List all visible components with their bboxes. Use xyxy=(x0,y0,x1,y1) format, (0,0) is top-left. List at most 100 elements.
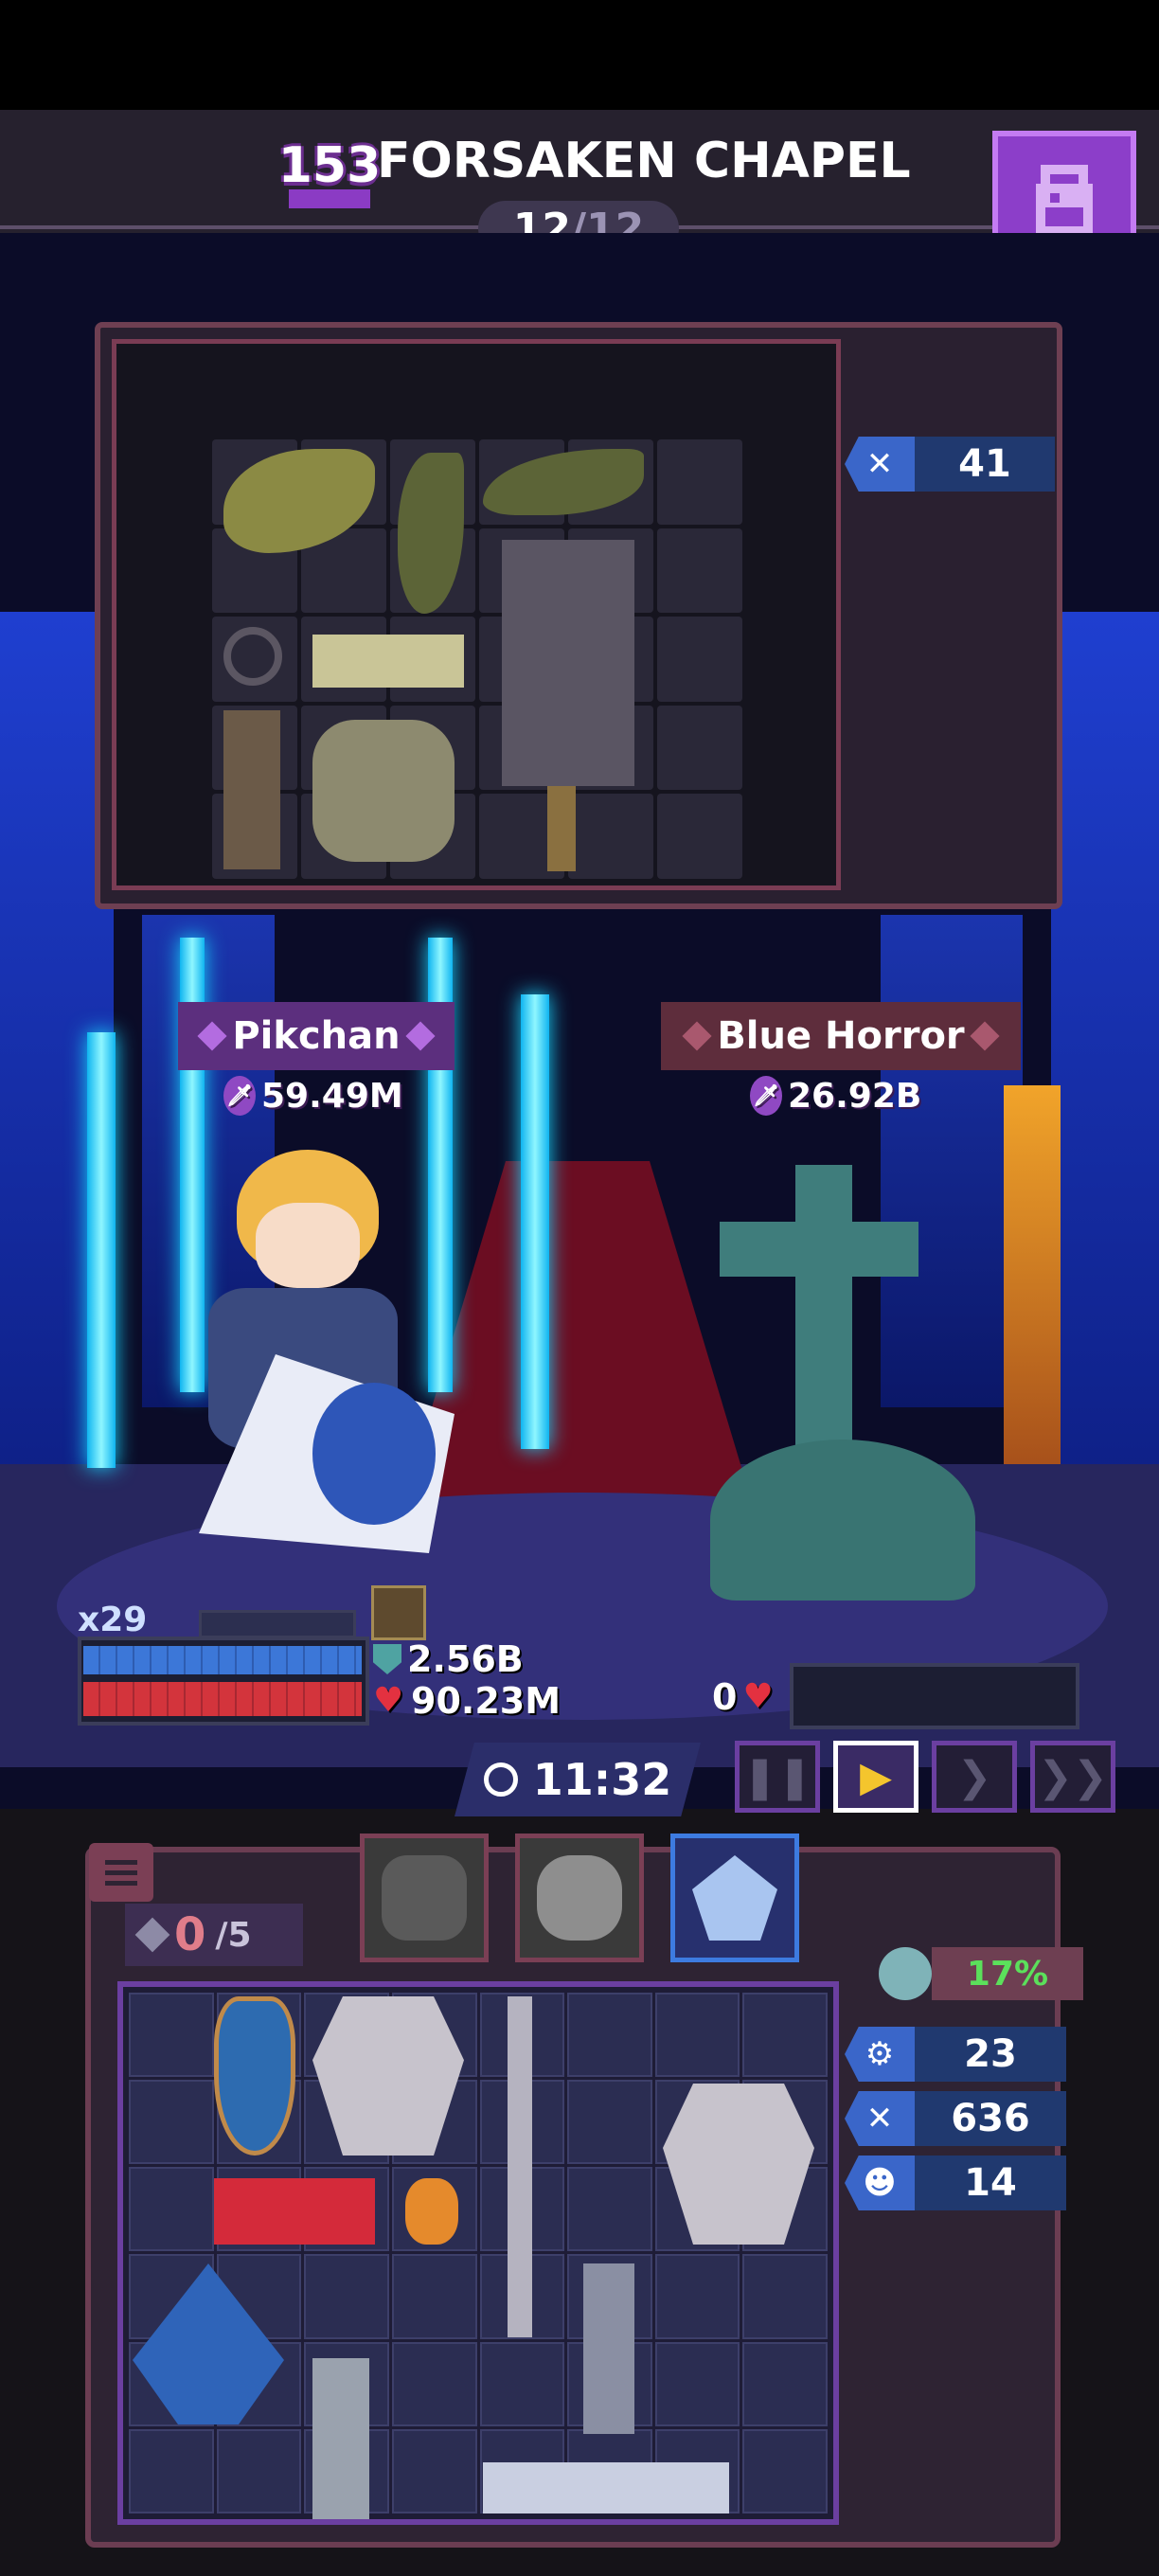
pause-button[interactable]: ❚❚ xyxy=(735,1741,820,1813)
percent-stat-tag: 17% xyxy=(879,1947,1083,2000)
sword-icon: 🗡 xyxy=(750,1076,782,1116)
loot-cell[interactable] xyxy=(657,617,742,702)
menu-button[interactable] xyxy=(89,1843,153,1902)
battle-timer: 11:32 xyxy=(455,1743,701,1816)
spectral-sword xyxy=(87,1032,116,1468)
status-bar xyxy=(0,0,1159,110)
stained-glass-panel xyxy=(1004,1085,1061,1483)
loot-count-value: 41 xyxy=(915,437,1055,492)
hero-cape-emblem xyxy=(312,1383,436,1525)
tombstone-cross-horizontal xyxy=(720,1222,918,1277)
inventory-cell[interactable] xyxy=(216,2428,302,2513)
inventory-cell[interactable] xyxy=(129,2167,214,2252)
gear-stat-value: 23 xyxy=(915,2027,1066,2082)
dagger-item[interactable] xyxy=(223,710,280,869)
inventory-cell[interactable] xyxy=(129,2080,214,2165)
ring-item[interactable] xyxy=(223,627,282,686)
hero-face xyxy=(256,1203,360,1288)
loot-cell[interactable] xyxy=(657,705,742,791)
diamond-icon xyxy=(134,1917,170,1953)
double-chevron-right-icon: ❯❯ xyxy=(1038,1752,1108,1801)
fast-forward-button[interactable]: ❯ xyxy=(932,1741,1017,1813)
pause-icon: ❚❚ xyxy=(742,1752,812,1801)
hero-power: 🗡 59.49M xyxy=(223,1076,403,1116)
inventory-cell[interactable] xyxy=(304,2254,389,2339)
inventory-cell[interactable] xyxy=(567,2080,652,2165)
armor-item[interactable] xyxy=(663,2084,814,2245)
monster-stat-value: 14 xyxy=(915,2156,1066,2210)
loot-cell[interactable] xyxy=(657,439,742,525)
potion-item[interactable] xyxy=(405,2178,458,2245)
play-icon: ▶ xyxy=(860,1752,892,1801)
buff-icon xyxy=(371,1585,426,1640)
hero-hp-value: 90.23M xyxy=(411,1680,562,1722)
inventory-cell[interactable] xyxy=(654,2254,740,2339)
red-dragon-item[interactable] xyxy=(214,2178,375,2245)
enemy-hp-bar xyxy=(790,1663,1079,1729)
crossed-swords-icon: ✕ xyxy=(845,2091,915,2146)
hero-tab-active[interactable] xyxy=(670,1834,799,1962)
boots-item[interactable] xyxy=(312,635,464,688)
hammer-item[interactable] xyxy=(583,2263,634,2434)
sword-hilt xyxy=(547,786,576,871)
chevron-right-icon: ❯ xyxy=(956,1752,992,1801)
clock-icon xyxy=(483,1762,518,1797)
timer-value: 11:32 xyxy=(532,1754,672,1805)
inventory-cell[interactable] xyxy=(742,2341,828,2426)
inventory-cell[interactable] xyxy=(567,2167,652,2252)
enemy-power: 🗡 26.92B xyxy=(750,1076,921,1116)
hero-portrait xyxy=(537,1855,622,1941)
stage-number-badge: 153 xyxy=(277,137,382,194)
inventory-cell[interactable] xyxy=(567,1993,652,2078)
hero-portrait xyxy=(382,1855,467,1941)
inventory-cell[interactable] xyxy=(654,1993,740,2078)
gear-stat-tag: ⚙ 23 xyxy=(845,2027,1066,2082)
faster-forward-button[interactable]: ❯❯ xyxy=(1030,1741,1115,1813)
monster-icon: ☻ xyxy=(845,2156,915,2210)
gem-icon xyxy=(197,1021,227,1051)
gear-icon: ⚙ xyxy=(845,2027,915,2082)
slot-counter: 0/5 xyxy=(125,1904,303,1966)
inventory-cell[interactable] xyxy=(391,2428,477,2513)
shield-item[interactable] xyxy=(214,1996,295,2156)
enemy-blue-horror xyxy=(710,1440,975,1601)
greatsword-item[interactable] xyxy=(502,540,634,786)
inventory-cell[interactable] xyxy=(654,2341,740,2426)
inventory-cell[interactable] xyxy=(391,2341,477,2426)
inventory-cell[interactable] xyxy=(129,2428,214,2513)
enemy-power-value: 26.92B xyxy=(788,1076,922,1116)
menu-line xyxy=(105,1859,137,1865)
hero-tab[interactable] xyxy=(515,1834,644,1962)
heart-icon: ♥ xyxy=(373,1681,404,1720)
hero-portrait xyxy=(692,1855,777,1941)
gem-icon xyxy=(405,1021,436,1051)
stage-title: FORSAKEN CHAPEL xyxy=(377,133,911,189)
sword-item[interactable] xyxy=(508,1996,532,2337)
play-button[interactable]: ▶ xyxy=(833,1741,918,1813)
wand-item[interactable] xyxy=(312,2358,369,2519)
loot-cell[interactable] xyxy=(657,528,742,614)
crossed-swords-icon: ✕ xyxy=(845,437,915,492)
armor-item[interactable] xyxy=(312,720,455,862)
hero-name: Pikchan xyxy=(232,1014,401,1058)
loot-cell[interactable] xyxy=(657,794,742,879)
inventory-cell[interactable] xyxy=(742,2428,828,2513)
blade-item[interactable] xyxy=(483,2462,729,2513)
inventory-cell[interactable] xyxy=(742,1993,828,2078)
spectral-sword xyxy=(521,994,549,1449)
inventory-cell[interactable] xyxy=(742,2254,828,2339)
hero-tab[interactable] xyxy=(360,1834,489,1962)
hero-shield-stat: 2.56B xyxy=(373,1638,524,1680)
inventory-cell[interactable] xyxy=(129,1993,214,2078)
inventory-cell[interactable] xyxy=(479,2341,565,2426)
hero-hp-bar xyxy=(83,1682,362,1716)
combo-counter: x29 xyxy=(78,1601,148,1639)
sword-icon: 🗡 xyxy=(223,1076,256,1116)
gem-icon xyxy=(970,1021,1000,1051)
inventory-cell[interactable] xyxy=(391,2254,477,2339)
loot-cell[interactable] xyxy=(568,794,653,879)
menu-line xyxy=(105,1880,137,1886)
shield-icon xyxy=(373,1644,401,1674)
orb-icon xyxy=(879,1947,932,2000)
loot-count-tag: ✕ 41 xyxy=(845,437,1055,492)
